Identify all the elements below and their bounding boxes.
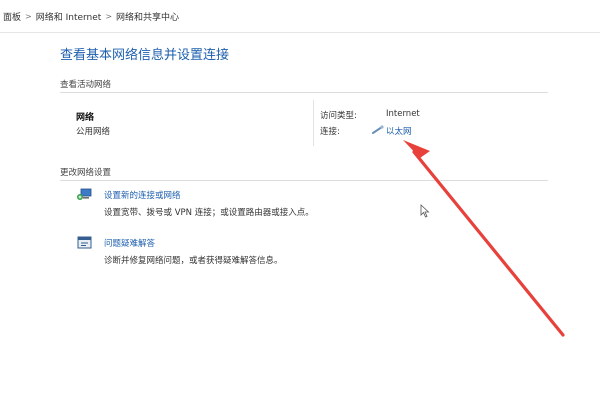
network-category[interactable]: 公用网络	[76, 125, 110, 137]
ethernet-icon	[372, 125, 384, 134]
breadcrumb-item-network-sharing-center[interactable]: 网络和共享中心	[113, 10, 182, 23]
network-name: 网络	[76, 113, 95, 123]
breadcrumb-separator: >	[105, 11, 113, 21]
vertical-divider	[313, 100, 314, 146]
access-type-label: 访问类型:	[320, 111, 357, 121]
connections-label: 连接:	[320, 127, 340, 137]
mouse-pointer-icon	[420, 204, 430, 218]
troubleshoot-icon	[77, 236, 92, 249]
breadcrumb-separator: >	[25, 11, 32, 21]
active-networks-heading: 查看活动网络	[60, 80, 112, 90]
setup-connection-description: 设置宽带、拨号或 VPN 连接；或设置路由器或接入点。	[104, 208, 314, 218]
breadcrumb: 面板 > 网络和 Internet > 网络和共享中心	[0, 0, 600, 33]
troubleshoot-description: 诊断并修复网络问题，或者获得疑难解答信息。	[104, 256, 283, 266]
breadcrumb-item-network-internet[interactable]: 网络和 Internet	[33, 10, 105, 23]
section-divider	[60, 92, 548, 93]
change-settings-heading: 更改网络设置	[60, 168, 112, 178]
ethernet-connection-link[interactable]: 以太网	[386, 125, 412, 137]
setup-connection-link[interactable]: 设置新的连接或网络	[104, 189, 181, 201]
access-type-value: Internet	[386, 109, 420, 119]
breadcrumb-item-control-panel[interactable]: 面板	[0, 10, 24, 23]
troubleshoot-link[interactable]: 问题疑难解答	[104, 237, 155, 249]
page-title: 查看基本网络信息并设置连接	[60, 48, 230, 63]
section-divider	[60, 180, 548, 181]
network-setup-icon	[77, 188, 92, 200]
